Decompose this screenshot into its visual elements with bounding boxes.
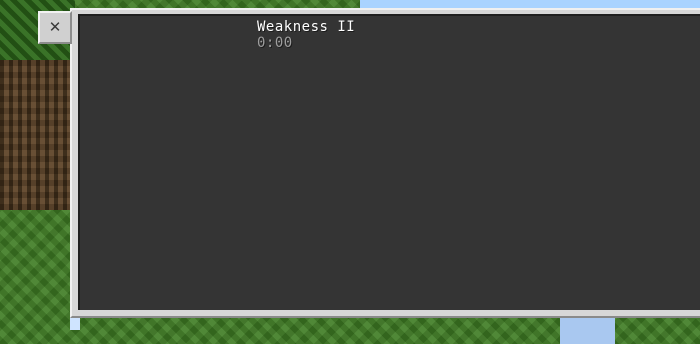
tree-trunk: [0, 60, 70, 210]
close-button[interactable]: ✕: [38, 11, 72, 44]
sky-patch-bottom: [560, 315, 615, 344]
effect-entry: Weakness II 0:00: [257, 19, 355, 51]
game-world-background: ✕ Weakness II 0:00: [0, 0, 700, 344]
effect-name: Weakness II: [257, 19, 356, 35]
effects-panel: [78, 14, 700, 310]
close-icon: ✕: [48, 18, 62, 36]
effects-panel-frame: [70, 8, 700, 318]
effect-duration: 0:00: [257, 35, 293, 51]
